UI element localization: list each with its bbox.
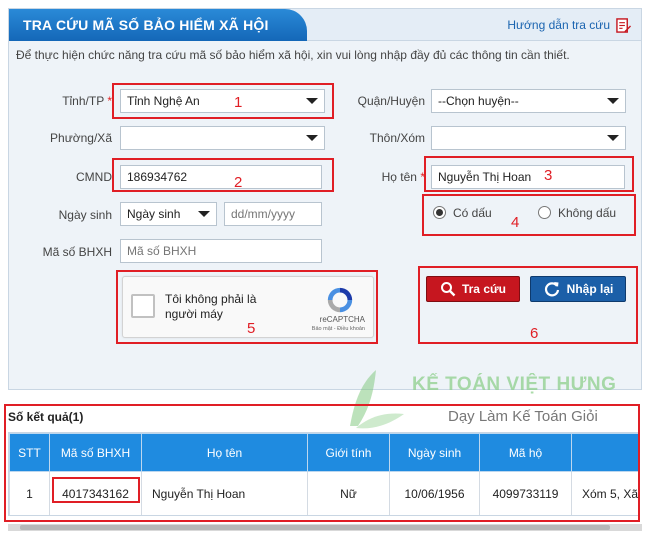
annotation-box-6 bbox=[418, 266, 638, 344]
annotation-box-3 bbox=[424, 156, 634, 192]
chevron-down-icon bbox=[306, 135, 318, 141]
social-code-label: Mã số BHXH bbox=[42, 245, 112, 259]
page-title: TRA CỨU MÃ SỐ BẢO HIỂM XÃ HỘI bbox=[9, 9, 307, 41]
annotation-number: 6 bbox=[530, 325, 539, 342]
scrollbar-thumb[interactable] bbox=[20, 525, 610, 530]
guide-link[interactable]: Hướng dẫn tra cứu bbox=[507, 9, 631, 41]
id-number-label: CMND bbox=[76, 170, 112, 184]
panel-header: TRA CỨU MÃ SỐ BẢO HIỂM XÃ HỘI Hướng dẫn … bbox=[9, 9, 641, 41]
birth-label: Ngày sinh bbox=[58, 208, 112, 222]
chevron-down-icon bbox=[607, 135, 619, 141]
annotation-box-2 bbox=[112, 158, 334, 192]
edit-document-icon bbox=[616, 17, 631, 33]
province-label-text: Tỉnh/TP bbox=[62, 94, 104, 108]
birth-type-value: Ngày sinh bbox=[127, 207, 181, 221]
annotation-number: 5 bbox=[247, 320, 256, 337]
social-code-input[interactable] bbox=[120, 239, 322, 263]
annotation-box-4 bbox=[422, 194, 636, 236]
annotation-number: 3 bbox=[544, 167, 553, 184]
ward-select[interactable] bbox=[120, 126, 325, 150]
intro-text: Để thực hiện chức năng tra cứu mã số bảo… bbox=[16, 48, 570, 62]
birth-type-select[interactable]: Ngày sinh bbox=[120, 202, 217, 226]
annotation-number: 2 bbox=[234, 174, 243, 191]
annotation-box-1 bbox=[112, 83, 334, 119]
annotation-number: 4 bbox=[511, 214, 520, 231]
full-name-label: Họ tên * bbox=[340, 170, 425, 184]
annotation-number: 1 bbox=[234, 94, 243, 111]
ward-label: Phường/Xã bbox=[50, 131, 112, 145]
province-label: Tỉnh/TP * bbox=[40, 94, 112, 108]
district-value: --Chọn huyện-- bbox=[438, 94, 519, 108]
annotation-box-results bbox=[4, 404, 640, 522]
horizontal-scrollbar[interactable] bbox=[8, 524, 642, 531]
full-name-label-text: Họ tên bbox=[381, 170, 417, 184]
hamlet-label: Thôn/Xóm bbox=[369, 131, 425, 145]
chevron-down-icon bbox=[198, 211, 210, 217]
guide-link-label: Hướng dẫn tra cứu bbox=[507, 18, 610, 32]
birth-date-input[interactable] bbox=[224, 202, 322, 226]
watermark-title: KẾ TOÁN VIỆT HƯNG bbox=[412, 374, 617, 395]
hamlet-select[interactable] bbox=[431, 126, 626, 150]
annotation-box-code bbox=[52, 477, 140, 503]
chevron-down-icon bbox=[607, 98, 619, 104]
district-label: Quận/Huyện bbox=[357, 94, 425, 108]
district-select[interactable]: --Chọn huyện-- bbox=[431, 89, 626, 113]
